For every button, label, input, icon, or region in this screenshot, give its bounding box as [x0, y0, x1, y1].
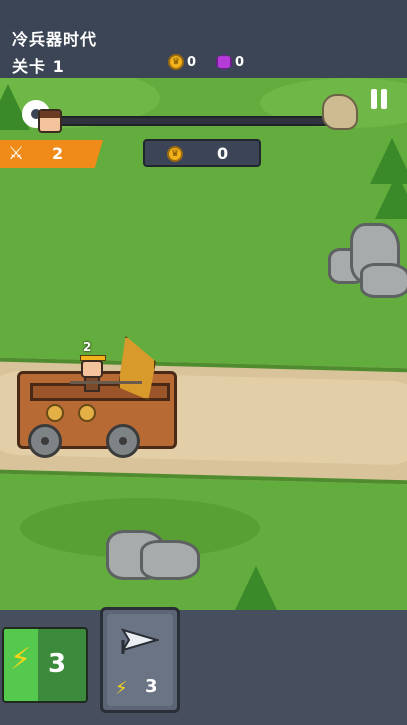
cart-wheel: [28, 424, 62, 458]
spearman-cost: 3: [145, 676, 158, 697]
rock: [140, 540, 200, 580]
lightning-bolt-icon: ⚡: [10, 642, 32, 677]
lightning-bolt-icon: ⚡: [115, 678, 128, 699]
energy-count: 3: [48, 649, 67, 679]
level-progress-bar: [55, 116, 340, 126]
battle-coin-count: 0: [217, 144, 229, 163]
gem-counter: 0: [216, 54, 244, 70]
coin-counter: ♛ 0: [168, 54, 196, 70]
spear: [70, 381, 142, 384]
spearman-card[interactable]: ⚡ 3: [100, 607, 180, 713]
level-label: 关卡 1: [12, 57, 65, 76]
crossed-swords-icon: ⚔: [8, 143, 25, 164]
crown-coin-icon: ♛: [167, 146, 183, 162]
game-title: 冷兵器时代: [12, 30, 98, 49]
goal-rock-icon: [322, 94, 358, 130]
cart-wheel: [106, 424, 140, 458]
shield: [78, 404, 96, 422]
rock: [360, 263, 407, 298]
gem-count: 0: [235, 54, 245, 70]
spearhead-icon: [120, 628, 159, 654]
spearman-unit: [81, 360, 103, 392]
crown-coin-icon: ♛: [168, 54, 184, 70]
tree: [234, 566, 278, 610]
battlefield: ⚔ 2 ♛ 0 2: [0, 78, 407, 610]
kill-count: 2: [52, 144, 64, 163]
unit-level: 2: [83, 340, 92, 354]
shield: [46, 404, 64, 422]
gem-icon: [216, 54, 232, 70]
coin-count: 0: [187, 54, 197, 70]
pause-button[interactable]: [369, 89, 389, 109]
energy-card: ⚡ 3: [2, 627, 88, 703]
battle-coin-box: ♛ 0: [143, 139, 261, 167]
hero-portrait-icon: [38, 109, 62, 133]
pause-icon: [371, 89, 377, 109]
tree: [375, 173, 407, 219]
